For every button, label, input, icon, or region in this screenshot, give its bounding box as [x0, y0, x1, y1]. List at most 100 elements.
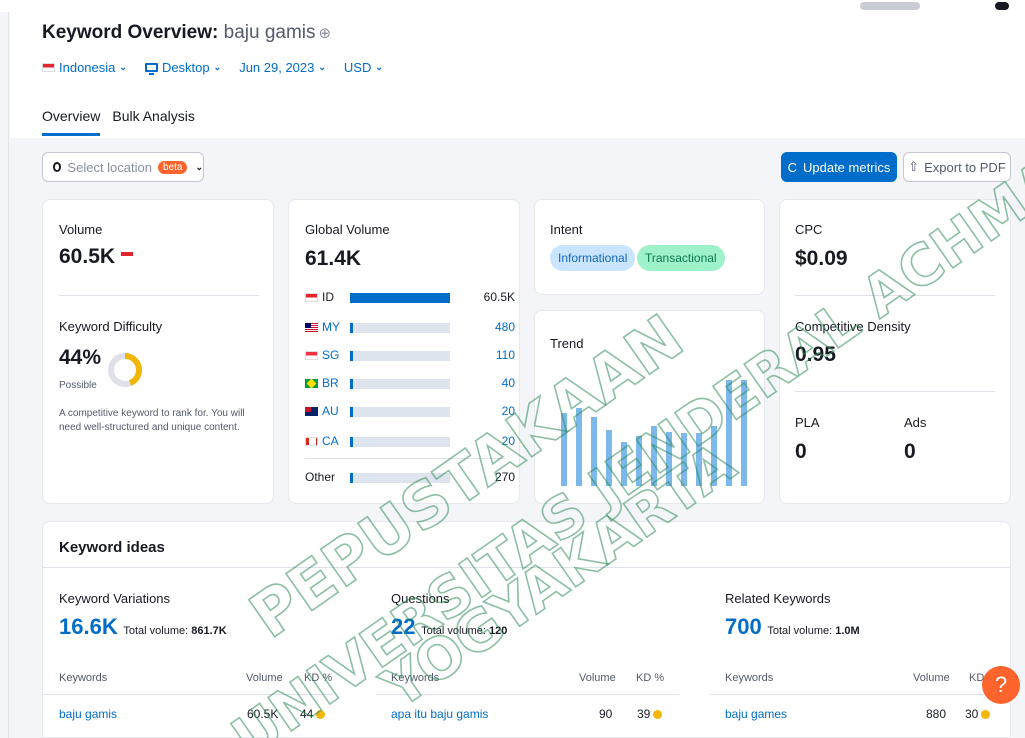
- volume-bar: [350, 437, 450, 447]
- tab-fragment: [860, 2, 920, 10]
- pla-label: PLA: [795, 415, 820, 430]
- volume-bar: [350, 323, 450, 333]
- ads-value: 0: [904, 440, 916, 463]
- ads-label: Ads: [904, 415, 927, 430]
- beta-badge: beta: [157, 160, 188, 174]
- cpc-label: CPC: [795, 222, 823, 237]
- browser-top-strip: [0, 0, 1025, 12]
- date-filter[interactable]: Jun 29, 2023 ⌄: [239, 60, 326, 75]
- density-value: 0.95: [795, 343, 836, 366]
- divider: [43, 567, 1010, 568]
- keyword-ideas-title: Keyword ideas: [59, 539, 165, 556]
- country-volume[interactable]: 110: [496, 348, 515, 362]
- related-count[interactable]: 700: [725, 614, 762, 639]
- related-label: Related Keywords: [725, 591, 831, 606]
- country-volume[interactable]: 20: [502, 434, 515, 448]
- export-label: Export to PDF: [924, 159, 1006, 175]
- country-row: ID 60.5K: [305, 288, 515, 308]
- date-label: Jun 29, 2023: [239, 60, 315, 75]
- keyword-kd: 44: [300, 707, 326, 721]
- page-header: Keyword Overview: baju gamis ⊕ Indonesia …: [10, 12, 1025, 138]
- trend-bar: [711, 426, 717, 486]
- country-code[interactable]: CA: [305, 434, 339, 448]
- volume-bar-fill: [350, 437, 353, 447]
- column-header-keywords: Keywords: [391, 672, 440, 684]
- page-title: Keyword Overview: baju gamis ⊕: [42, 22, 331, 44]
- country-label: MY: [322, 320, 340, 334]
- trend-bar: [606, 430, 612, 486]
- total-volume-label: Total volume:: [123, 625, 189, 637]
- trend-card: Trend: [534, 310, 765, 504]
- kd-donut-chart: [108, 353, 142, 387]
- country-label: Other: [305, 470, 336, 484]
- trend-chart: [561, 380, 747, 486]
- volume-bar: [350, 351, 450, 361]
- column-header-kd: KD %: [636, 672, 665, 684]
- variations-count[interactable]: 16.6K: [59, 614, 118, 639]
- singapore-flag-icon: [305, 350, 318, 360]
- chevron-down-icon: ⌄: [375, 62, 383, 72]
- keyword-ideas-panel: Keyword ideas Keyword Variations 16.6K T…: [42, 521, 1011, 738]
- trend-bar: [651, 426, 657, 486]
- tab-bulk-analysis[interactable]: Bulk Analysis: [112, 108, 194, 136]
- volume-bar: [350, 293, 450, 303]
- malaysia-flag-icon: [305, 322, 318, 332]
- column-header-keywords: Keywords: [59, 672, 108, 684]
- update-metrics-label: Update metrics: [802, 159, 891, 175]
- kd-dot-icon: [653, 710, 663, 719]
- kd-value: 30: [965, 707, 979, 721]
- country-code[interactable]: BR: [305, 376, 339, 390]
- intent-tag-informational: Informational: [550, 245, 636, 271]
- country-label: AU: [322, 404, 339, 418]
- column-header-volume: Volume: [913, 672, 950, 684]
- volume-bar: [350, 379, 450, 389]
- keyword-link[interactable]: apa itu baju gamis: [391, 707, 488, 721]
- device-filter[interactable]: Desktop ⌄: [144, 60, 221, 75]
- keyword-link[interactable]: baju gamis: [59, 707, 117, 721]
- export-pdf-button[interactable]: ⇧ Export to PDF: [903, 152, 1011, 182]
- tab-overview[interactable]: Overview: [42, 108, 101, 136]
- country-row: SG 110: [305, 346, 515, 366]
- database-filter[interactable]: Indonesia ⌄: [42, 60, 127, 75]
- trend-bar: [696, 433, 702, 486]
- keyword-kd: 39: [637, 707, 663, 721]
- column-header-kd: KD %: [304, 672, 333, 684]
- country-code[interactable]: AU: [305, 404, 339, 418]
- density-label: Competitive Density: [795, 319, 911, 334]
- volume-bar-fill: [350, 323, 353, 333]
- total-volume-value: 861.7K: [191, 625, 227, 637]
- kd-dot-icon: [981, 710, 991, 719]
- country-volume: 60.5K: [483, 290, 515, 304]
- country-volume[interactable]: 20: [502, 404, 515, 418]
- trend-bar: [726, 380, 732, 486]
- country-row: AU 20: [305, 402, 515, 422]
- trend-bar: [621, 442, 627, 486]
- indonesia-flag-icon: [42, 63, 55, 72]
- global-volume-card: Global Volume 61.4K ID 60.5K MY 480 SG 1…: [288, 199, 520, 504]
- volume-bar-fill: [350, 351, 353, 361]
- add-keyword-icon[interactable]: ⊕: [319, 25, 332, 42]
- currency-label: USD: [343, 60, 372, 75]
- refresh-icon: C: [787, 159, 797, 175]
- country-volume[interactable]: 40: [502, 376, 515, 390]
- country-row: BR 40: [305, 374, 515, 394]
- trend-bar: [591, 417, 597, 486]
- help-button[interactable]: ?: [982, 666, 1020, 704]
- currency-filter[interactable]: USD ⌄: [344, 60, 383, 75]
- keyword-label: baju gamis: [223, 22, 316, 43]
- tab-bar: Overview Bulk Analysis: [42, 108, 195, 136]
- country-label: ID: [322, 290, 334, 304]
- questions-count[interactable]: 22: [391, 614, 415, 639]
- questions-label: Questions: [391, 591, 450, 606]
- indonesia-flag-icon: [120, 252, 133, 260]
- location-select[interactable]: Select location beta ⌄: [42, 152, 204, 182]
- volume-bar-fill: [350, 293, 450, 303]
- country-code[interactable]: SG: [305, 348, 339, 362]
- keyword-link[interactable]: baju games: [725, 707, 787, 721]
- country-row: CA 20: [305, 432, 515, 452]
- update-metrics-button[interactable]: C Update metrics: [781, 152, 897, 182]
- country-label: CA: [322, 434, 339, 448]
- country-code[interactable]: MY: [305, 320, 340, 334]
- column-header-volume: Volume: [246, 672, 283, 684]
- country-volume[interactable]: 480: [495, 320, 515, 334]
